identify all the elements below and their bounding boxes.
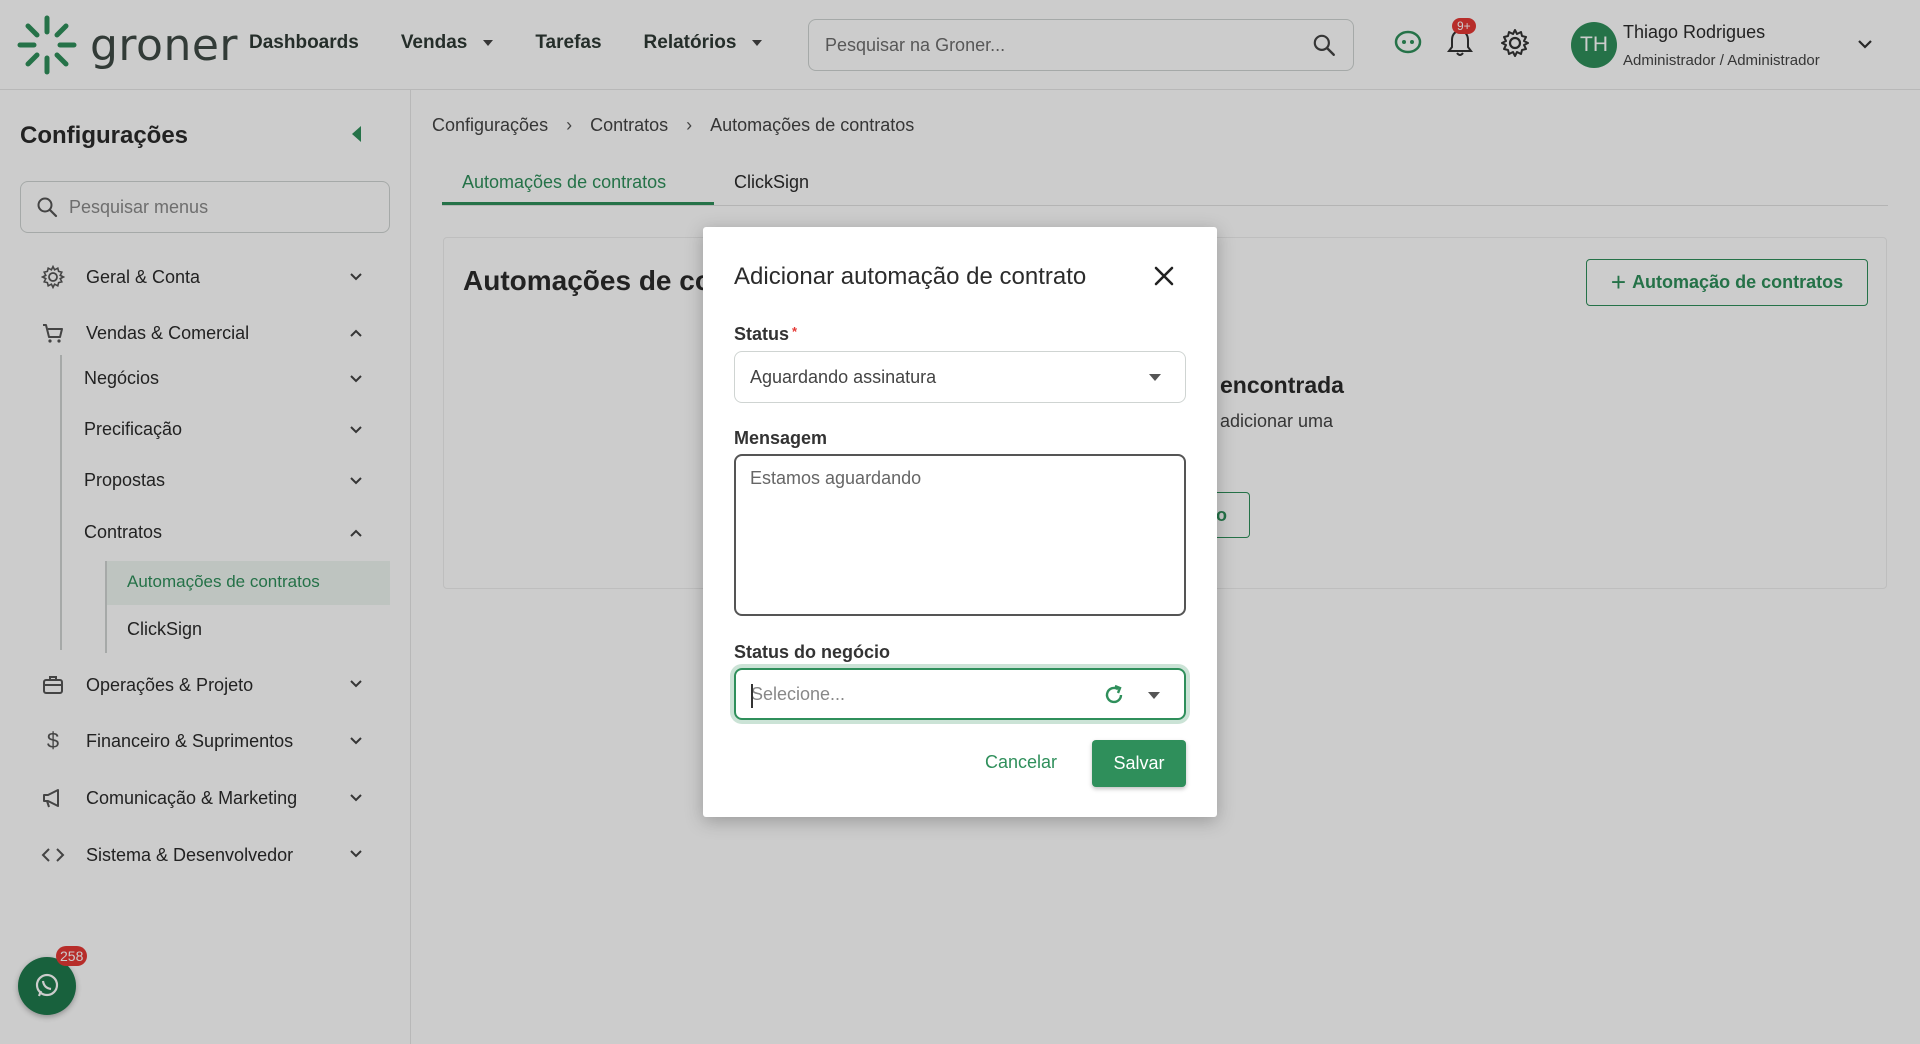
message-textarea[interactable]: Estamos aguardando: [734, 454, 1186, 616]
cancel-button[interactable]: Cancelar: [985, 752, 1057, 773]
caret-down-icon[interactable]: [1148, 692, 1160, 699]
text-cursor: [751, 684, 753, 708]
save-button[interactable]: Salvar: [1092, 740, 1186, 787]
caret-down-icon: [1149, 374, 1161, 381]
close-icon[interactable]: [1153, 265, 1175, 287]
status-select-value: Aguardando assinatura: [750, 366, 937, 387]
modal-title: Adicionar automação de contrato: [734, 263, 1087, 290]
required-asterisk: *: [792, 324, 798, 339]
deal-status-label: Status do negócio: [734, 642, 891, 662]
status-label: Status *: [734, 324, 798, 344]
status-select[interactable]: Aguardando assinatura: [734, 351, 1186, 403]
add-automation-modal: Adicionar automação de contrato Status * …: [703, 227, 1217, 817]
refresh-icon[interactable]: [1102, 683, 1126, 707]
deal-status-placeholder: Selecione...: [751, 683, 846, 704]
deal-status-select[interactable]: Selecione...: [734, 668, 1186, 720]
message-label: Mensagem: [734, 428, 828, 448]
